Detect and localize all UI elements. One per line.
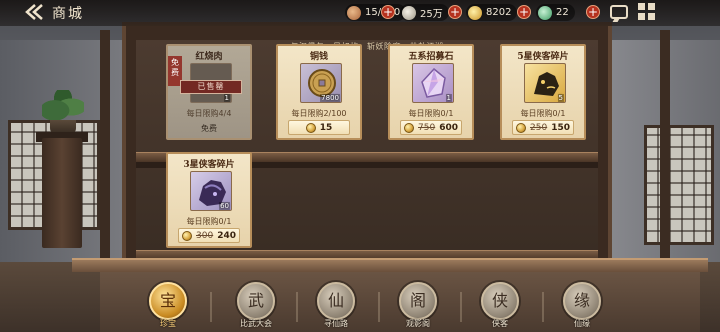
resource-value: 25万 — [420, 9, 443, 20]
price-original: 250 — [530, 122, 548, 133]
gold-coin-icon — [305, 122, 316, 133]
price-original: 750 — [418, 122, 436, 133]
nav-glyph: 缘 — [573, 291, 590, 310]
chat-icon[interactable] — [610, 5, 628, 19]
shop-item-card[interactable]: 红烧肉 免费 1 已售罄 每日限购4/4 免费 — [166, 44, 252, 140]
gold-coin-icon — [182, 230, 192, 241]
buy-price-button[interactable]: 300 240 — [178, 228, 240, 243]
gold-coin-icon — [516, 122, 526, 133]
nav-separator — [460, 292, 462, 322]
resource-jade: 22 — [536, 4, 575, 21]
add-silver-button[interactable]: + — [448, 5, 462, 19]
bottom-nav: 宝 珍宝 武 比武大会 仙 寻仙路 阁 观影阁 侠 侠客 缘 仙缘 — [138, 282, 658, 332]
recruit-stone-icon: 1 — [412, 63, 454, 103]
nav-viewing-pavilion[interactable]: 阁 观影阁 — [388, 282, 448, 332]
gold-coin-icon — [404, 122, 414, 133]
nav-label: 观影阁 — [406, 319, 430, 328]
item-quantity: 7800 — [320, 94, 340, 102]
item-quantity: 5 — [557, 94, 564, 102]
buy-price-button[interactable]: 250 150 — [512, 120, 574, 135]
resource-value: 22 — [556, 7, 569, 18]
jade-token-icon — [538, 5, 552, 20]
copper-coin-icon: 7800 — [300, 63, 342, 103]
potted-plant-icon — [42, 90, 84, 124]
nav-separator — [378, 292, 380, 322]
item-name: 5星侠客碎片 — [517, 52, 569, 62]
daily-limit: 每日限购0/1 — [408, 109, 454, 118]
price-current: 600 — [439, 122, 458, 133]
item-name: 五系招募石 — [408, 52, 454, 62]
top-bar: 商城 15/150 + 25万 + 8202 + 22 + — [0, 0, 720, 26]
nav-label: 比武大会 — [240, 319, 272, 328]
shop-item-card[interactable]: 3星侠客碎片 60 每日限购0/1 300 240 — [166, 152, 252, 248]
add-stamina-button[interactable]: + — [381, 5, 395, 19]
pedestal — [42, 138, 82, 248]
shop-counter-top — [72, 258, 708, 272]
nav-separator — [542, 292, 544, 322]
nav-tournament[interactable]: 武 比武大会 — [226, 282, 286, 332]
item-quantity: 60 — [219, 202, 230, 210]
nav-label: 侠客 — [492, 319, 508, 328]
nav-separator — [210, 292, 212, 322]
buy-price-button[interactable]: 750 600 — [400, 120, 462, 135]
add-jade-button[interactable]: + — [586, 5, 600, 19]
nav-label: 珍宝 — [160, 319, 176, 328]
shop-item-card[interactable]: 五系招募石 1 每日限购0/1 750 600 — [388, 44, 474, 140]
item-quantity: 1 — [445, 94, 452, 102]
resource-stamina: 15/150 — [345, 4, 407, 21]
item-name: 铜钱 — [309, 52, 328, 62]
nav-treasure[interactable]: 宝 珍宝 — [138, 282, 198, 332]
nav-glyph: 仙 — [327, 291, 344, 310]
resource-value: 8202 — [486, 7, 512, 18]
nav-immortal-fate[interactable]: 缘 仙缘 — [552, 282, 612, 332]
resource-gold: 8202 — [466, 4, 518, 21]
daily-limit: 每日限购0/1 — [186, 217, 232, 226]
nav-immortal-path[interactable]: 仙 寻仙路 — [306, 282, 366, 332]
daily-limit: 每日限购0/1 — [520, 109, 566, 118]
meat-bun-icon — [347, 5, 361, 20]
page-title: 商城 — [52, 6, 84, 22]
back-button[interactable] — [24, 3, 46, 21]
hero-fragment-3-icon: 60 — [190, 171, 232, 211]
gold-ingot-icon — [468, 5, 482, 20]
resource-silver: 25万 — [400, 4, 449, 21]
nav-glyph: 侠 — [491, 291, 508, 310]
daily-limit: 每日限购2/100 — [291, 109, 347, 118]
silver-coin-icon — [402, 5, 416, 20]
nav-heroes[interactable]: 侠 侠客 — [470, 282, 530, 332]
add-gold-button[interactable]: + — [517, 5, 531, 19]
shop-item-card[interactable]: 铜钱 7800 每日限购2/100 15 — [276, 44, 362, 140]
nav-glyph: 阁 — [409, 291, 426, 310]
nav-glyph: 武 — [247, 291, 264, 310]
menu-grid-icon[interactable] — [638, 3, 656, 21]
nav-separator — [296, 292, 298, 322]
nav-label: 寻仙路 — [324, 319, 348, 328]
price-current: 150 — [551, 122, 570, 133]
buy-price-button[interactable]: 15 — [288, 120, 350, 135]
item-name: 3星侠客碎片 — [183, 160, 235, 170]
daily-limit: 每日限购4/4 — [186, 109, 232, 118]
nav-glyph: 宝 — [159, 291, 176, 310]
price-current: 240 — [217, 230, 236, 241]
right-window-lattice — [644, 125, 714, 245]
back-arrow-icon — [25, 4, 43, 20]
item-price-free: 免费 — [201, 124, 217, 133]
sold-out-stamp: 已售罄 — [180, 80, 242, 94]
item-quantity: 1 — [223, 94, 230, 102]
price-current: 15 — [319, 122, 333, 133]
hero-fragment-5-icon: 5 — [524, 63, 566, 103]
nav-label: 仙缘 — [574, 319, 590, 328]
shop-item-card[interactable]: 5星侠客碎片 5 每日限购0/1 250 150 — [500, 44, 586, 140]
price-original: 300 — [196, 230, 214, 241]
